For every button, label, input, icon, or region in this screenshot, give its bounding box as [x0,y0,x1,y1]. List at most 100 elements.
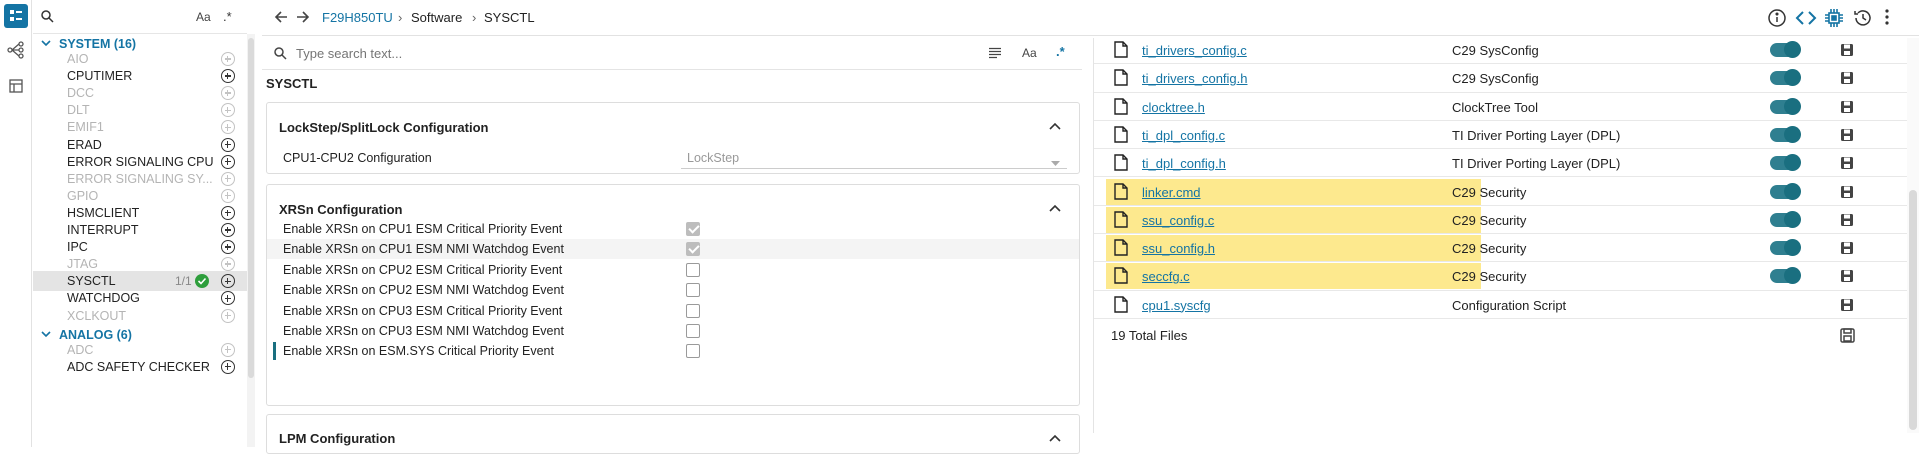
save-file-icon[interactable] [1840,185,1854,202]
file-row: ti_drivers_config.h C29 SysConfig [1094,64,1908,93]
file-row: ssu_config.h C29 Security [1094,234,1908,263]
include-file-toggle[interactable] [1770,97,1801,115]
chevron-up-icon[interactable] [1049,119,1061,133]
save-file-icon[interactable] [1840,269,1854,286]
add-instance-icon[interactable] [221,291,235,306]
include-file-toggle[interactable] [1770,182,1801,200]
search-icon [41,10,54,26]
include-file-toggle[interactable] [1770,267,1801,285]
file-name-link[interactable]: seccfg.c [1142,269,1190,284]
add-instance-icon[interactable] [221,137,235,152]
topology-view-icon[interactable] [4,38,28,62]
save-file-icon[interactable] [1840,43,1854,60]
file-generator: C29 Security [1452,241,1527,257]
add-instance-icon[interactable] [221,103,235,118]
regex-button[interactable]: .* [223,9,232,24]
module-item[interactable]: XCLKOUT [33,306,247,326]
breadcrumb-current: SYSCTL [484,10,535,25]
xrsn-checkbox[interactable] [686,283,700,298]
list-filter-icon[interactable] [988,47,1002,62]
chip-icon[interactable] [1824,8,1844,31]
add-instance-icon[interactable] [221,308,235,323]
add-instance-icon[interactable] [221,223,235,237]
save-file-icon[interactable] [1840,156,1854,173]
info-icon[interactable] [1767,8,1787,31]
file-name-link[interactable]: ssu_config.c [1142,213,1214,228]
xrsn-checkbox[interactable] [686,262,700,277]
add-instance-icon[interactable] [221,154,235,169]
sidebar-scroll-thumb[interactable] [248,38,254,378]
include-file-toggle[interactable] [1770,125,1801,143]
file-name-link[interactable]: ssu_config.h [1142,241,1215,256]
add-instance-icon[interactable] [221,69,235,84]
include-file-toggle[interactable] [1770,210,1801,228]
cpu-config-label: CPU1-CPU2 Configuration [283,151,432,165]
memory-view-icon[interactable] [4,74,28,98]
file-generator: C29 SysConfig [1452,43,1539,58]
add-instance-icon[interactable] [221,342,235,357]
add-instance-icon[interactable] [221,205,235,220]
module-label: XCLKOUT [67,308,127,323]
module-sidebar: Aa .* SYSTEM (16) AIO CPUTIMER DCC DLT EMIF1 E… [33,0,247,447]
breadcrumb-software[interactable]: Software [411,10,462,25]
add-instance-icon[interactable] [221,359,235,374]
breadcrumb-separator: › [398,10,403,25]
xrsn-checkbox[interactable] [686,303,700,318]
include-file-toggle[interactable] [1770,69,1801,87]
history-icon[interactable] [1853,8,1873,31]
add-instance-icon[interactable] [221,171,235,186]
xrsn-row: Enable XRSn on CPU2 ESM Critical Priorit… [267,260,1079,280]
file-name-link[interactable]: linker.cmd [1142,185,1201,200]
xrsn-checkbox[interactable] [686,242,700,257]
config-search-input[interactable] [296,42,816,64]
lpm-panel: LPM Configuration [266,414,1080,454]
match-case-button[interactable]: Aa [1022,46,1037,60]
breadcrumb-device[interactable]: F29H850TU [322,10,393,25]
add-instance-icon[interactable] [221,52,235,66]
save-file-icon[interactable] [1840,128,1854,145]
xrsn-checkbox[interactable] [686,324,700,338]
file-name-link[interactable]: ti_drivers_config.c [1142,43,1247,58]
cpu-config-select[interactable]: LockStep [681,147,1067,169]
file-name-link[interactable]: cpu1.syscfg [1142,298,1211,313]
save-file-icon[interactable] [1840,100,1854,117]
add-instance-icon[interactable] [221,86,235,101]
save-file-icon[interactable] [1840,213,1854,230]
file-generator: TI Driver Porting Layer (DPL) [1452,127,1621,143]
add-instance-icon[interactable] [221,240,235,255]
regex-button[interactable]: .* [1056,44,1065,59]
add-instance-icon[interactable] [221,257,235,272]
code-view-icon[interactable] [1795,8,1817,31]
include-file-toggle[interactable] [1770,154,1801,172]
file-name-link[interactable]: ti_drivers_config.h [1142,71,1248,86]
xrsn-checkbox[interactable] [686,222,700,236]
include-file-toggle[interactable] [1770,239,1801,257]
file-name-link[interactable]: ti_dpl_config.h [1142,156,1226,171]
file-row: cpu1.syscfg Configuration Script [1094,291,1908,319]
save-all-icon[interactable] [1840,328,1855,346]
save-file-icon[interactable] [1840,71,1854,88]
more-options-icon[interactable] [1884,8,1890,29]
xrsn-checkbox[interactable] [686,344,700,359]
file-row: ti_dpl_config.c TI Driver Porting Layer (… [1094,121,1908,150]
save-file-icon[interactable] [1840,298,1854,315]
add-instance-icon[interactable] [221,120,235,135]
back-arrow-icon[interactable] [274,10,288,27]
match-case-button[interactable]: Aa [196,10,211,24]
caret-down-icon [1051,155,1060,169]
file-name-link[interactable]: ti_dpl_config.c [1142,128,1225,143]
file-name-link[interactable]: clocktree.h [1142,100,1205,115]
modules-view-icon[interactable] [4,4,28,28]
include-file-toggle[interactable] [1770,41,1801,58]
module-item[interactable]: ADC SAFETY CHECKER [33,357,247,377]
total-files-label: 19 Total Files [1111,328,1188,343]
focus-indicator [273,342,276,361]
panel-title: LockStep/SplitLock Configuration [279,120,489,135]
chevron-up-icon[interactable] [1049,431,1061,445]
files-scroll-thumb[interactable] [1909,190,1917,430]
add-instance-icon[interactable] [221,274,235,289]
forward-arrow-icon[interactable] [296,10,310,27]
save-file-icon[interactable] [1840,241,1854,258]
chevron-up-icon[interactable] [1049,201,1061,215]
add-instance-icon[interactable] [221,188,235,203]
